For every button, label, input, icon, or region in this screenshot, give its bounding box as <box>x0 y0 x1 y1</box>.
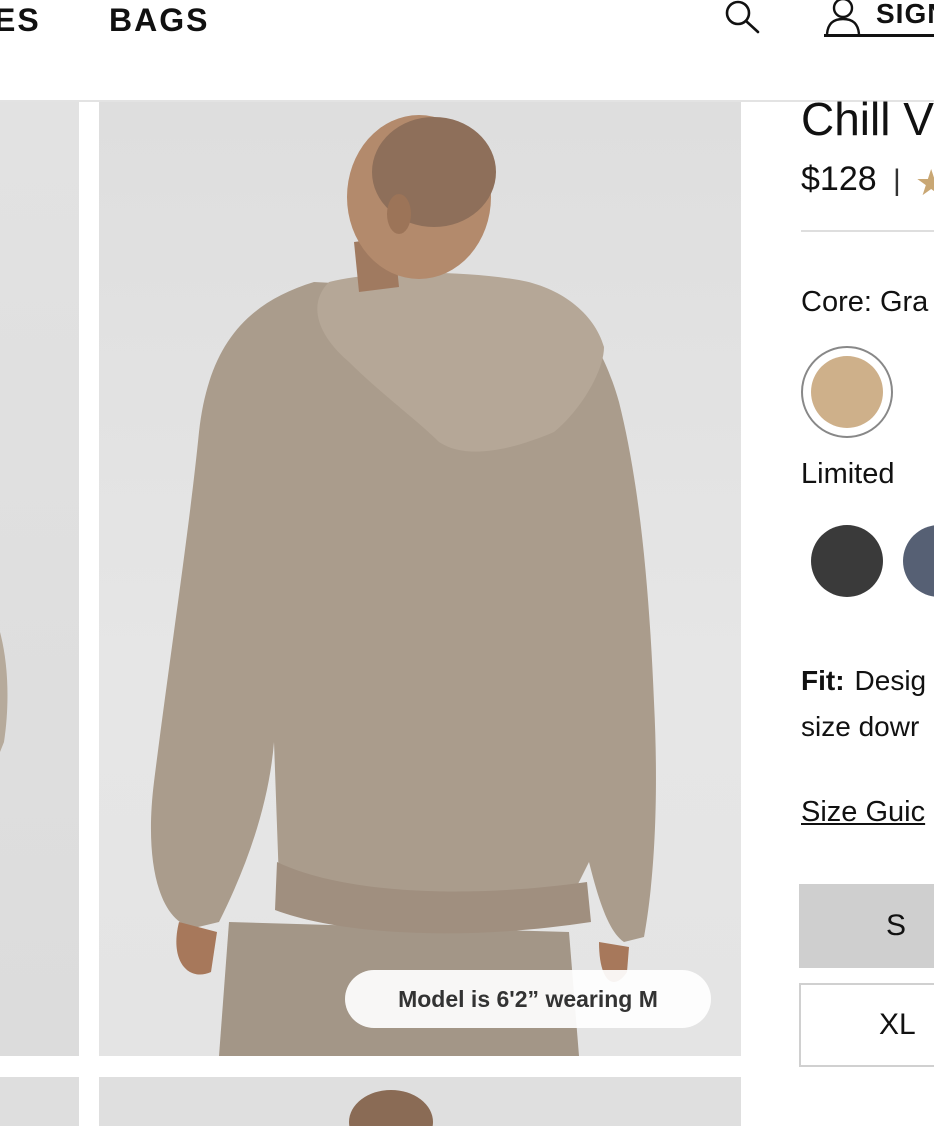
sign-in-label: SIGN <box>876 0 934 29</box>
photo-previous-image <box>0 632 8 752</box>
search-icon[interactable] <box>722 0 762 36</box>
size-option-s[interactable]: S <box>799 884 934 968</box>
sign-in-underline <box>824 34 934 37</box>
limited-color-label: Limited <box>801 458 895 490</box>
rating-star-icon[interactable]: ★ <box>915 162 934 204</box>
color-swatch-black[interactable] <box>811 525 883 597</box>
product-photo-thumb-main[interactable] <box>99 1077 741 1126</box>
nav-item-accessories[interactable]: ES <box>0 2 41 39</box>
user-icon <box>825 0 861 35</box>
nav-item-bags[interactable]: BAGS <box>109 2 209 39</box>
price-separator: | <box>893 164 901 197</box>
model-size-caption: Model is 6'2” wearing M <box>345 970 711 1028</box>
fit-line-1: Desig <box>854 665 927 696</box>
core-color-label: Core: Gra <box>801 286 929 318</box>
color-swatch-core-fill[interactable] <box>811 356 883 428</box>
fit-description: Fit: Desig size dowr <box>801 658 934 750</box>
product-photo-main[interactable]: Model is 6'2” wearing M <box>99 102 741 1056</box>
fit-label: Fit: <box>801 665 845 696</box>
model-back-view-image <box>150 115 656 1056</box>
info-divider <box>801 230 934 232</box>
product-photo-previous[interactable] <box>0 102 79 1056</box>
size-guide-link[interactable]: Size Guic <box>801 796 925 829</box>
product-price: $128 <box>801 160 877 198</box>
fit-line-2: size dowr <box>801 711 920 742</box>
product-page: ES BAGS SIGN <box>0 0 934 1126</box>
size-option-xl[interactable]: XL <box>799 983 934 1067</box>
color-swatch-blue[interactable] <box>903 525 934 597</box>
model-head-image <box>349 1090 433 1126</box>
product-title: Chill V <box>801 93 934 145</box>
product-photo-thumb-left[interactable] <box>0 1077 79 1126</box>
site-header: ES BAGS SIGN <box>0 0 934 102</box>
